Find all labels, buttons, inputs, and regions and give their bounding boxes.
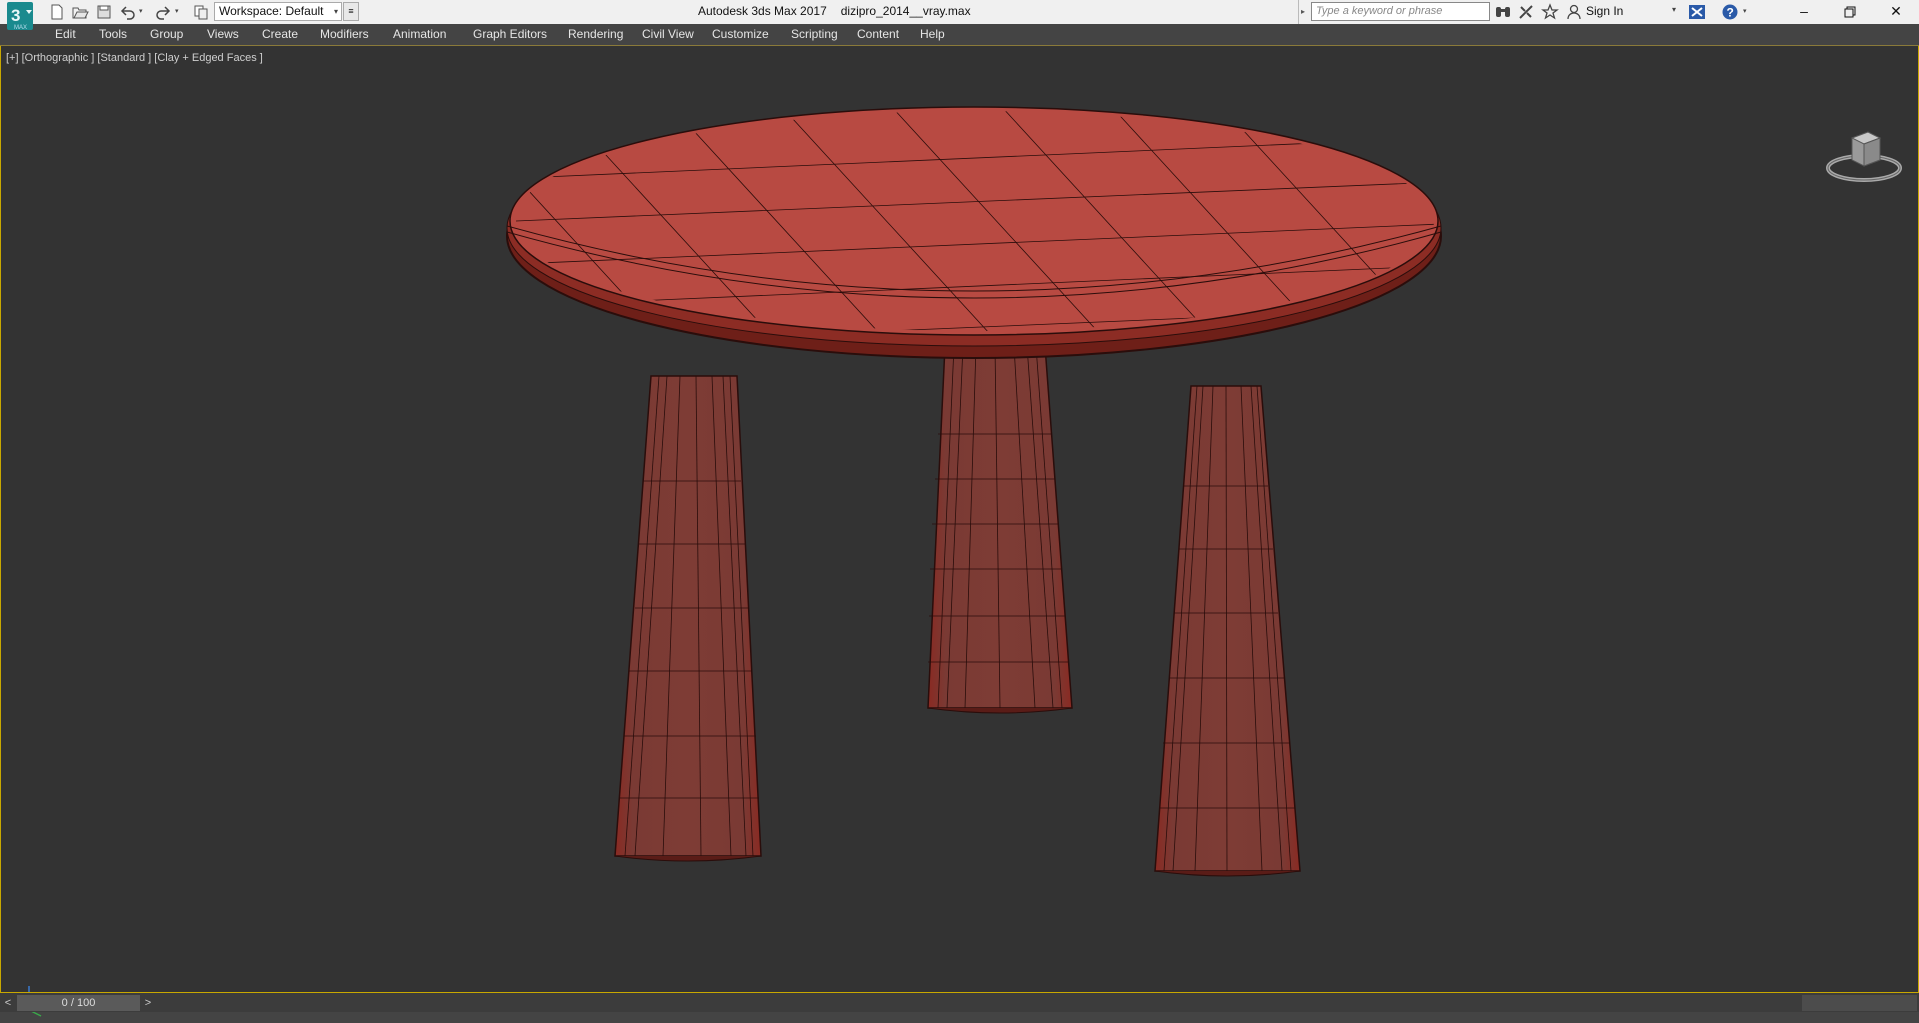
user-icon[interactable] <box>1565 3 1583 21</box>
redo-dropdown-icon[interactable]: ▾ <box>175 3 183 21</box>
menu-content[interactable]: Content <box>857 27 899 41</box>
svg-text:?: ? <box>1727 6 1734 20</box>
file-name: dizipro_2014__vray.max <box>840 4 971 18</box>
time-next-button[interactable]: > <box>141 995 155 1011</box>
3ds-max-logo-icon[interactable]: 3 MAX <box>6 1 36 31</box>
table-leg-back[interactable] <box>927 345 1073 714</box>
time-slider-scrollbar[interactable] <box>1802 995 1917 1011</box>
customize-toolbar-icon[interactable]: ≡ <box>343 2 359 21</box>
window-title: Autodesk 3ds Max 2017 dizipro_2014__vray.… <box>698 4 985 18</box>
open-file-icon[interactable] <box>71 3 89 21</box>
menu-rendering[interactable]: Rendering <box>568 27 623 41</box>
menu-views[interactable]: Views <box>207 27 239 41</box>
help-dropdown-icon[interactable]: ▾ <box>1743 3 1751 21</box>
chevron-down-icon: ▾ <box>333 7 338 16</box>
exchange-icon[interactable] <box>1688 3 1706 21</box>
redo-icon[interactable] <box>154 3 172 21</box>
table-top[interactable] <box>451 106 1442 359</box>
menu-help[interactable]: Help <box>920 27 945 41</box>
table-leg-right[interactable] <box>1154 385 1301 877</box>
menu-edit[interactable]: Edit <box>55 27 76 41</box>
save-icon[interactable] <box>95 3 113 21</box>
sign-in-button[interactable]: Sign In <box>1586 4 1623 18</box>
app-name: Autodesk 3ds Max 2017 <box>698 4 827 18</box>
workspace-label: Workspace: Default <box>219 4 324 18</box>
chevron-down-icon[interactable]: ▾ <box>1672 5 1676 14</box>
undo-icon[interactable] <box>119 3 137 21</box>
perspective-viewport[interactable]: [+] [Orthographic ] [Standard ] [Clay + … <box>0 46 1919 1017</box>
svg-text:3: 3 <box>11 6 20 25</box>
workspace-dropdown[interactable]: Workspace: Default ▾ <box>214 2 342 21</box>
minimize-button[interactable]: – <box>1781 0 1827 24</box>
menu-animation[interactable]: Animation <box>393 27 446 41</box>
svg-text:MAX: MAX <box>14 25 27 31</box>
title-bar: 3 MAX ▾ ▾ Workspace: Default ▾ ≡ Autodes… <box>0 0 1919 31</box>
menu-modifiers[interactable]: Modifiers <box>320 27 369 41</box>
menu-graph-editors[interactable]: Graph Editors <box>473 27 547 41</box>
close-button[interactable]: ✕ <box>1873 0 1919 24</box>
table-model[interactable] <box>1 46 1918 992</box>
time-slider-thumb[interactable]: 0 / 100 <box>17 995 140 1011</box>
binoculars-icon[interactable] <box>1494 3 1512 21</box>
menu-bar: Edit Tools Group Views Create Modifiers … <box>0 24 1919 46</box>
menu-civil-view[interactable]: Civil View <box>642 27 694 41</box>
menu-group[interactable]: Group <box>150 27 183 41</box>
project-folder-icon[interactable] <box>192 3 210 21</box>
time-slider: < 0 / 100 > <box>0 992 1919 1012</box>
time-prev-button[interactable]: < <box>1 995 15 1011</box>
table-leg-left[interactable] <box>614 375 762 862</box>
satellite-icon[interactable] <box>1517 3 1535 21</box>
star-icon[interactable] <box>1541 3 1559 21</box>
viewcube-icon[interactable] <box>1824 126 1904 186</box>
menu-scripting[interactable]: Scripting <box>791 27 838 41</box>
new-file-icon[interactable] <box>48 3 66 21</box>
restore-button[interactable] <box>1827 0 1873 24</box>
undo-dropdown-icon[interactable]: ▾ <box>139 3 147 21</box>
search-input[interactable]: Type a keyword or phrase <box>1311 2 1490 21</box>
help-icon[interactable]: ? <box>1721 3 1739 21</box>
menu-tools[interactable]: Tools <box>99 27 127 41</box>
menu-create[interactable]: Create <box>262 27 298 41</box>
menu-customize[interactable]: Customize <box>712 27 769 41</box>
